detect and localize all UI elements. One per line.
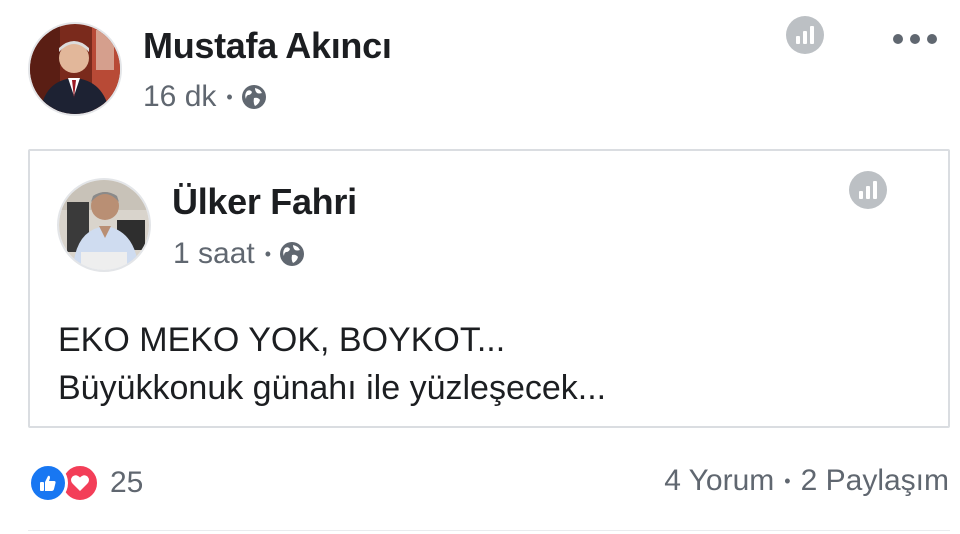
shared-post-meta: 1 saat • <box>173 237 305 271</box>
engagement-stats: 4 Yorum • 2 Paylaşım <box>664 464 949 498</box>
shared-avatar-photo <box>59 180 149 270</box>
globe-icon[interactable] <box>279 241 305 267</box>
author-name[interactable]: Mustafa Akıncı <box>143 25 392 67</box>
divider <box>28 530 950 531</box>
globe-icon[interactable] <box>241 84 267 110</box>
post-body: EKO MEKO YOK, BOYKOT... Büyükkonuk günah… <box>58 316 606 412</box>
stats-separator: • <box>784 470 791 491</box>
shared-post-timestamp[interactable]: 1 saat <box>173 237 255 271</box>
shared-author-name[interactable]: Ülker Fahri <box>172 181 357 223</box>
post-meta: 16 dk • <box>143 80 267 114</box>
post-text-line: Büyükkonuk günahı ile yüzleşecek... <box>58 369 607 407</box>
meta-separator: • <box>264 243 272 264</box>
post-timestamp[interactable]: 16 dk <box>143 80 216 114</box>
shares-link[interactable]: 2 Paylaşım <box>801 464 949 498</box>
reaction-count: 25 <box>110 466 144 499</box>
insights-icon[interactable] <box>849 171 887 209</box>
post-text-line: EKO MEKO YOK, BOYKOT... <box>58 321 506 359</box>
like-icon <box>28 463 68 503</box>
more-options-icon[interactable] <box>893 29 937 49</box>
insights-icon[interactable] <box>786 16 824 54</box>
meta-separator: • <box>226 86 233 107</box>
comments-link[interactable]: 4 Yorum <box>664 464 774 498</box>
reactions-summary[interactable]: 25 <box>28 462 143 504</box>
shared-author-avatar[interactable] <box>57 178 151 272</box>
author-avatar[interactable] <box>28 22 122 116</box>
avatar-photo <box>30 24 120 114</box>
